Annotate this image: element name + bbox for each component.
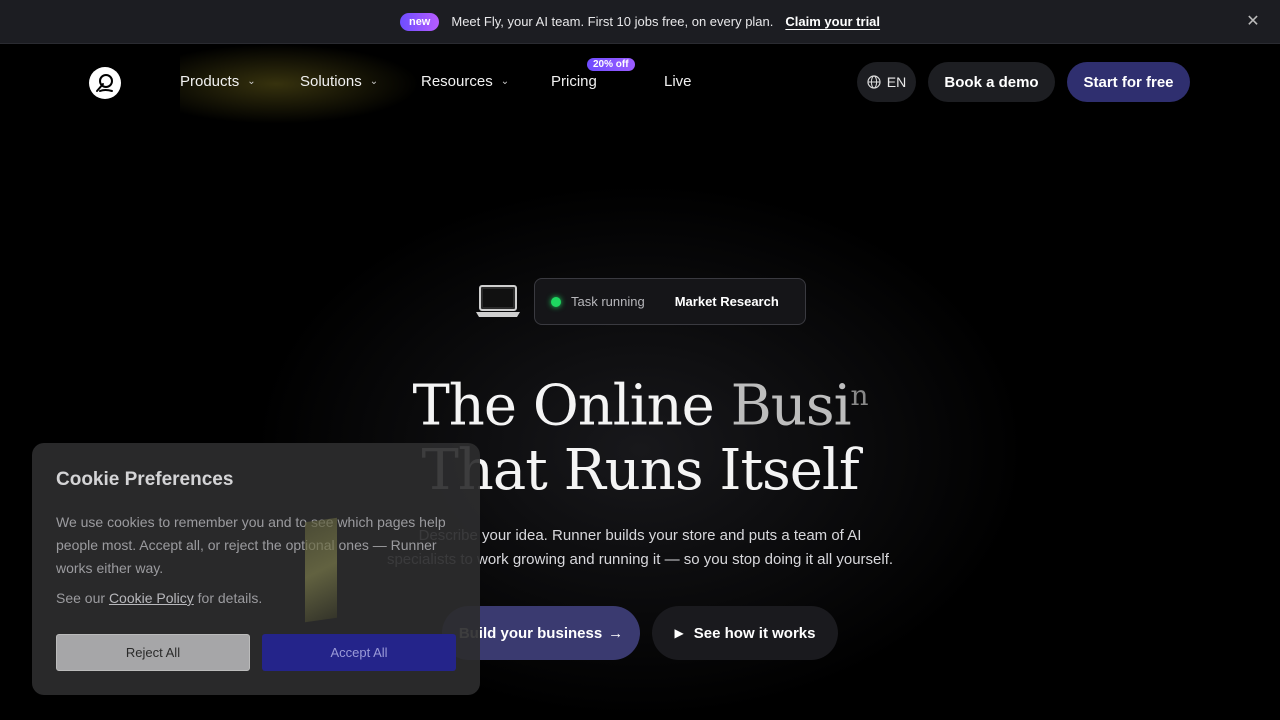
cookie-title: Cookie Preferences [56, 469, 234, 490]
cookie-body: We use cookies to remember you and to se… [56, 514, 446, 576]
running-indicator-icon [551, 296, 561, 307]
task-status-text: Task running [571, 294, 645, 309]
play-icon: ▶ [674, 626, 684, 640]
pricing-discount-badge: 20% off [587, 58, 635, 71]
chevron-down-icon: ⌄ [369, 76, 379, 87]
chevron-down-icon: ⌄ [500, 76, 510, 87]
task-status-chip: Task running Market Research [534, 278, 806, 325]
language-button[interactable]: EN [857, 62, 916, 102]
see-how-label: See how it works [693, 624, 816, 642]
cookie-policy-prefix: See our [56, 590, 109, 606]
chevron-down-icon: ⌄ [247, 76, 256, 87]
claim-trial-link[interactable]: Claim your trial [785, 14, 880, 29]
close-icon[interactable]: ✕ [1244, 13, 1262, 31]
book-demo-button[interactable]: Book a demo [928, 62, 1055, 102]
announcement-bar: new Meet Fly, your AI team. First 10 job… [0, 0, 1280, 44]
nav-resources-label: Resources [421, 73, 493, 90]
nav-solutions[interactable]: Solutions ⌄ [300, 73, 378, 90]
laptop-icon [476, 285, 520, 317]
headline-part-b: Busi [730, 373, 852, 439]
build-business-label: Build your business [458, 624, 603, 642]
nav-pricing-label: Pricing [551, 73, 597, 90]
nav-solutions-label: Solutions [300, 73, 362, 90]
cookie-policy-link[interactable]: Cookie Policy [109, 590, 194, 606]
cookie-actions: Reject All Accept All [56, 634, 456, 671]
task-name: Market Research [674, 294, 779, 309]
nav-products-label: Products [180, 73, 240, 90]
arrow-right-icon: → [608, 624, 624, 642]
see-how-button[interactable]: ▶ See how it works [652, 606, 838, 660]
headline-part-c: n [850, 379, 869, 412]
announcement-text: Meet Fly, your AI team. First 10 jobs fr… [451, 14, 774, 29]
new-badge: new [399, 12, 440, 31]
logo[interactable] [89, 67, 121, 99]
nav-live[interactable]: Live [664, 73, 692, 90]
headline-part-a: The Online [412, 373, 731, 439]
nav-resources[interactable]: Resources ⌄ [421, 73, 509, 90]
nav-live-label: Live [664, 73, 692, 90]
reject-all-button[interactable]: Reject All [56, 634, 250, 671]
start-free-button[interactable]: Start for free [1067, 62, 1190, 102]
cookie-dialog: Cookie Preferences We use cookies to rem… [32, 443, 480, 695]
cookie-policy-text: See our Cookie Policy for details. [56, 590, 456, 606]
headline-line-1: The Online Busin [0, 364, 1280, 439]
nav-pricing[interactable]: Pricing [551, 73, 597, 90]
accept-all-button[interactable]: Accept All [262, 634, 456, 671]
language-label: EN [886, 74, 907, 90]
globe-icon [867, 75, 881, 89]
nav-products[interactable]: Products ⌄ [180, 73, 256, 90]
logo-icon [96, 74, 113, 92]
cookie-policy-suffix: for details. [193, 590, 263, 606]
decorative-card [305, 517, 337, 623]
